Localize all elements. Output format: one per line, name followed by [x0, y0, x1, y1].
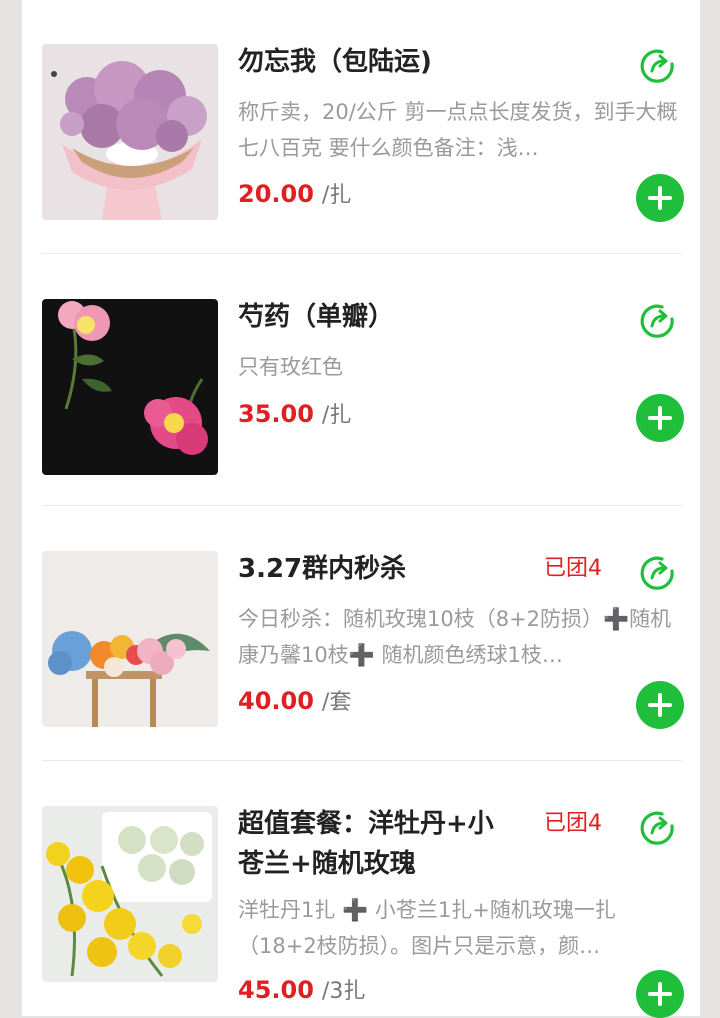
- product-description: 称斤卖，20/公斤 剪一点点长度发货，到手大概七八百克 要什么颜色备注：浅…: [238, 100, 678, 160]
- add-to-cart-button[interactable]: [636, 681, 684, 729]
- add-to-cart-button[interactable]: [636, 174, 684, 222]
- price-unit: /扎: [321, 183, 352, 208]
- group-buy-badge: 已团4: [544, 556, 602, 581]
- price-row: 35.00/扎: [238, 396, 351, 432]
- divider: [42, 760, 682, 761]
- product-price: 35.00: [238, 400, 314, 428]
- share-icon[interactable]: [638, 553, 678, 593]
- product-description: 只有玫红色: [238, 355, 343, 379]
- price-unit: /套: [321, 690, 352, 715]
- product-title[interactable]: 超值套餐：洋牡丹+小苍兰+随机玫瑰: [238, 804, 508, 884]
- product-price: 20.00: [238, 180, 314, 208]
- product-description: 今日秒杀：随机玫瑰10枝（8+2防损）➕随机康乃馨10枝➕ 随机颜色绣球1枝…: [238, 607, 672, 667]
- product-title[interactable]: 芍药（单瓣）: [238, 297, 508, 337]
- divider: [42, 253, 682, 254]
- product-image[interactable]: [42, 299, 218, 475]
- add-to-cart-button[interactable]: [636, 394, 684, 442]
- product-price: 45.00: [238, 976, 314, 1004]
- price-row: 20.00/扎: [238, 176, 351, 212]
- product-image[interactable]: [42, 806, 218, 982]
- product-description: 洋牡丹1扎 ➕ 小苍兰1扎+随机玫瑰一扎（18+2枝防损）。图片只是示意，颜…: [238, 898, 616, 958]
- add-to-cart-button[interactable]: [636, 970, 684, 1018]
- product-title[interactable]: 勿忘我（包陆运): [238, 42, 508, 82]
- share-icon[interactable]: [638, 808, 678, 848]
- product-image[interactable]: [42, 551, 218, 727]
- group-buy-badge: 已团4: [544, 811, 602, 836]
- product-title[interactable]: 3.27群内秒杀: [238, 549, 508, 589]
- product-price: 40.00: [238, 687, 314, 715]
- product-list: 勿忘我（包陆运) 称斤卖，20/公斤 剪一点点长度发货，到手大概七八百克 要什么…: [22, 0, 700, 1018]
- price-unit: /扎: [321, 403, 352, 428]
- price-row: 40.00/套: [238, 683, 351, 719]
- price-row: 45.00/3扎: [238, 972, 365, 1008]
- price-unit: /3扎: [321, 979, 366, 1004]
- share-icon[interactable]: [638, 46, 678, 86]
- share-icon[interactable]: [638, 301, 678, 341]
- divider: [42, 505, 682, 506]
- product-image[interactable]: [42, 44, 218, 220]
